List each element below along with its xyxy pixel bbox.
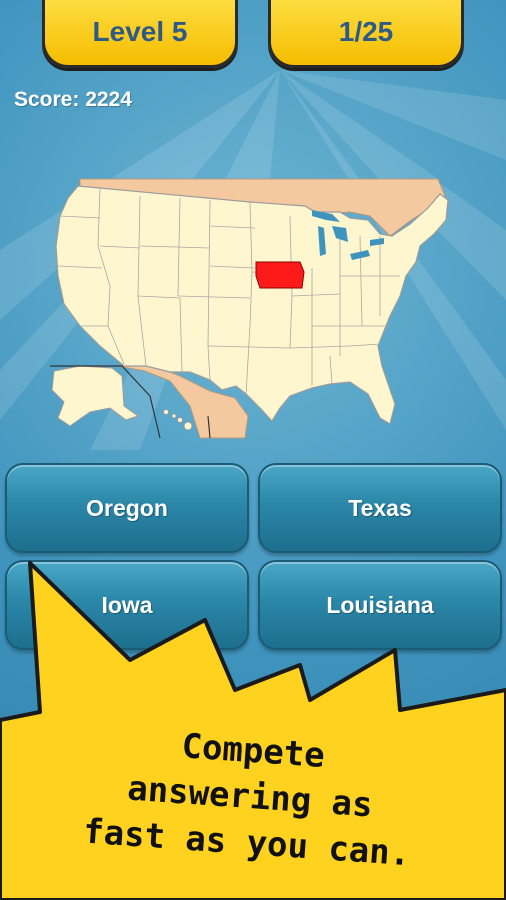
level-label: Level 5 xyxy=(92,15,188,47)
promo-text: Compete answering as fast as you can. xyxy=(66,716,435,879)
answer-label: Louisiana xyxy=(326,591,434,618)
level-indicator: Level 5 xyxy=(42,0,238,68)
answer-label: Texas xyxy=(348,494,412,521)
answer-button-texas[interactable]: Texas xyxy=(258,463,502,553)
score-label: Score: 2224 xyxy=(14,88,132,111)
question-progress: 1/25 xyxy=(268,0,464,68)
alaska-region xyxy=(51,365,140,427)
answer-label: Oregon xyxy=(86,494,168,521)
answer-button-oregon[interactable]: Oregon xyxy=(5,463,249,553)
usa-map xyxy=(50,178,449,439)
answer-label: Iowa xyxy=(101,591,153,618)
answer-button-iowa[interactable]: Iowa xyxy=(5,560,249,650)
iowa-highlight xyxy=(255,261,305,289)
hawaii-region xyxy=(163,409,193,431)
progress-label: 1/25 xyxy=(338,15,394,47)
answer-button-louisiana[interactable]: Louisiana xyxy=(258,560,502,650)
